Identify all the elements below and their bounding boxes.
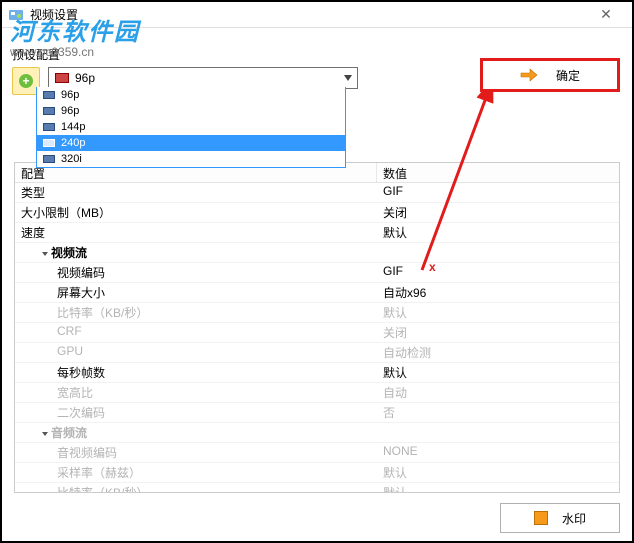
row-value: 关闭 — [377, 203, 619, 222]
row-value: GIF — [377, 263, 619, 282]
preset-option[interactable]: 144p — [37, 119, 345, 135]
row-label: CRF — [21, 324, 82, 338]
resolution-icon — [43, 107, 55, 115]
row-value: 默认 — [377, 303, 619, 322]
table-row[interactable]: 屏幕大小 自动x96 — [15, 283, 619, 303]
table-row[interactable]: 二次编码 否 — [15, 403, 619, 423]
row-value: NONE — [377, 443, 619, 462]
preset-selected-text: 96p — [75, 71, 339, 85]
row-label: 类型 — [21, 186, 45, 200]
row-value: 否 — [377, 403, 619, 422]
table-row[interactable]: 比特率（KB/秒） 默认 — [15, 303, 619, 323]
row-value: GIF — [377, 183, 619, 202]
ok-button[interactable]: 确定 — [480, 58, 620, 92]
table-row[interactable]: 每秒帧数 默认 — [15, 363, 619, 383]
row-label: GPU — [21, 344, 83, 358]
row-label: 二次编码 — [21, 406, 105, 420]
row-label: 视频流 — [21, 246, 87, 260]
row-label: 采样率（赫兹） — [21, 466, 141, 480]
preset-option[interactable]: 240p — [37, 135, 345, 151]
row-value: 自动x96 — [377, 283, 619, 302]
table-row[interactable]: 大小限制（MB） 关闭 — [15, 203, 619, 223]
close-button[interactable]: ✕ — [586, 3, 626, 27]
table-row[interactable]: CRF 关闭 — [15, 323, 619, 343]
resolution-icon — [43, 155, 55, 163]
settings-table: 配置 数值 类型GIF大小限制（MB）关闭速度默认视频流视频编码GIF屏幕大小自… — [14, 162, 620, 493]
resolution-icon — [43, 139, 55, 147]
option-label: 96p — [61, 89, 79, 101]
option-label: 96p — [61, 105, 79, 117]
table-row[interactable]: 宽高比 自动 — [15, 383, 619, 403]
arrow-right-icon — [520, 68, 538, 82]
titlebar: 视频设置 ✕ — [2, 2, 632, 28]
table-row[interactable]: 视频流 — [15, 243, 619, 263]
ok-label: 确定 — [556, 67, 580, 84]
row-value: 自动 — [377, 383, 619, 402]
option-label: 144p — [61, 121, 85, 133]
row-value: 默认 — [377, 463, 619, 482]
table-row[interactable]: 采样率（赫兹） 默认 — [15, 463, 619, 483]
option-label: 320i — [61, 153, 82, 165]
table-row[interactable]: 视频编码 GIF — [15, 263, 619, 283]
row-value: 自动检测 — [377, 343, 619, 362]
row-value: 默认 — [377, 483, 619, 492]
expand-icon — [42, 432, 48, 436]
watermark-icon — [534, 511, 548, 525]
table-row[interactable]: 比特率（KB/秒） 默认 — [15, 483, 619, 492]
table-row[interactable]: GPU 自动检测 — [15, 343, 619, 363]
row-label: 比特率（KB/秒） — [21, 486, 148, 492]
table-body[interactable]: 类型GIF大小限制（MB）关闭速度默认视频流视频编码GIF屏幕大小自动x96比特… — [15, 183, 619, 492]
resolution-icon — [43, 91, 55, 99]
preset-combobox[interactable]: 96p — [48, 67, 358, 89]
gif-icon — [55, 73, 69, 83]
watermark-button[interactable]: 水印 — [500, 503, 620, 533]
row-label: 音视频编码 — [21, 446, 117, 460]
row-value: 默认 — [377, 223, 619, 242]
header-value: 数值 — [377, 163, 619, 182]
table-row[interactable]: 音视频编码 NONE — [15, 443, 619, 463]
row-label: 视频编码 — [21, 266, 105, 280]
resolution-icon — [43, 123, 55, 131]
watermark-label: 水印 — [562, 510, 586, 527]
table-row[interactable]: 音频流 — [15, 423, 619, 443]
plus-icon: + — [19, 74, 33, 88]
row-value: 默认 — [377, 363, 619, 382]
row-label: 速度 — [21, 226, 45, 240]
row-label: 每秒帧数 — [21, 366, 105, 380]
expand-icon — [42, 252, 48, 256]
row-value — [377, 243, 619, 262]
row-value — [377, 423, 619, 442]
table-row[interactable]: 速度 默认 — [15, 223, 619, 243]
row-label: 音频流 — [21, 426, 87, 440]
app-icon — [8, 7, 24, 23]
option-label: 240p — [61, 137, 85, 149]
row-label: 大小限制（MB） — [21, 206, 111, 220]
row-label: 屏幕大小 — [21, 286, 105, 300]
preset-dropdown[interactable]: 96p 96p 144p 240p 320i — [36, 87, 346, 168]
preset-option[interactable]: 320i — [37, 151, 345, 167]
preset-option[interactable]: 96p — [37, 103, 345, 119]
row-label: 宽高比 — [21, 386, 93, 400]
window-title: 视频设置 — [30, 6, 78, 23]
chevron-down-icon[interactable] — [339, 68, 357, 88]
row-label: 比特率（KB/秒） — [21, 306, 148, 320]
table-row[interactable]: 类型 GIF — [15, 183, 619, 203]
preset-option[interactable]: 96p — [37, 87, 345, 103]
row-value: 关闭 — [377, 323, 619, 342]
